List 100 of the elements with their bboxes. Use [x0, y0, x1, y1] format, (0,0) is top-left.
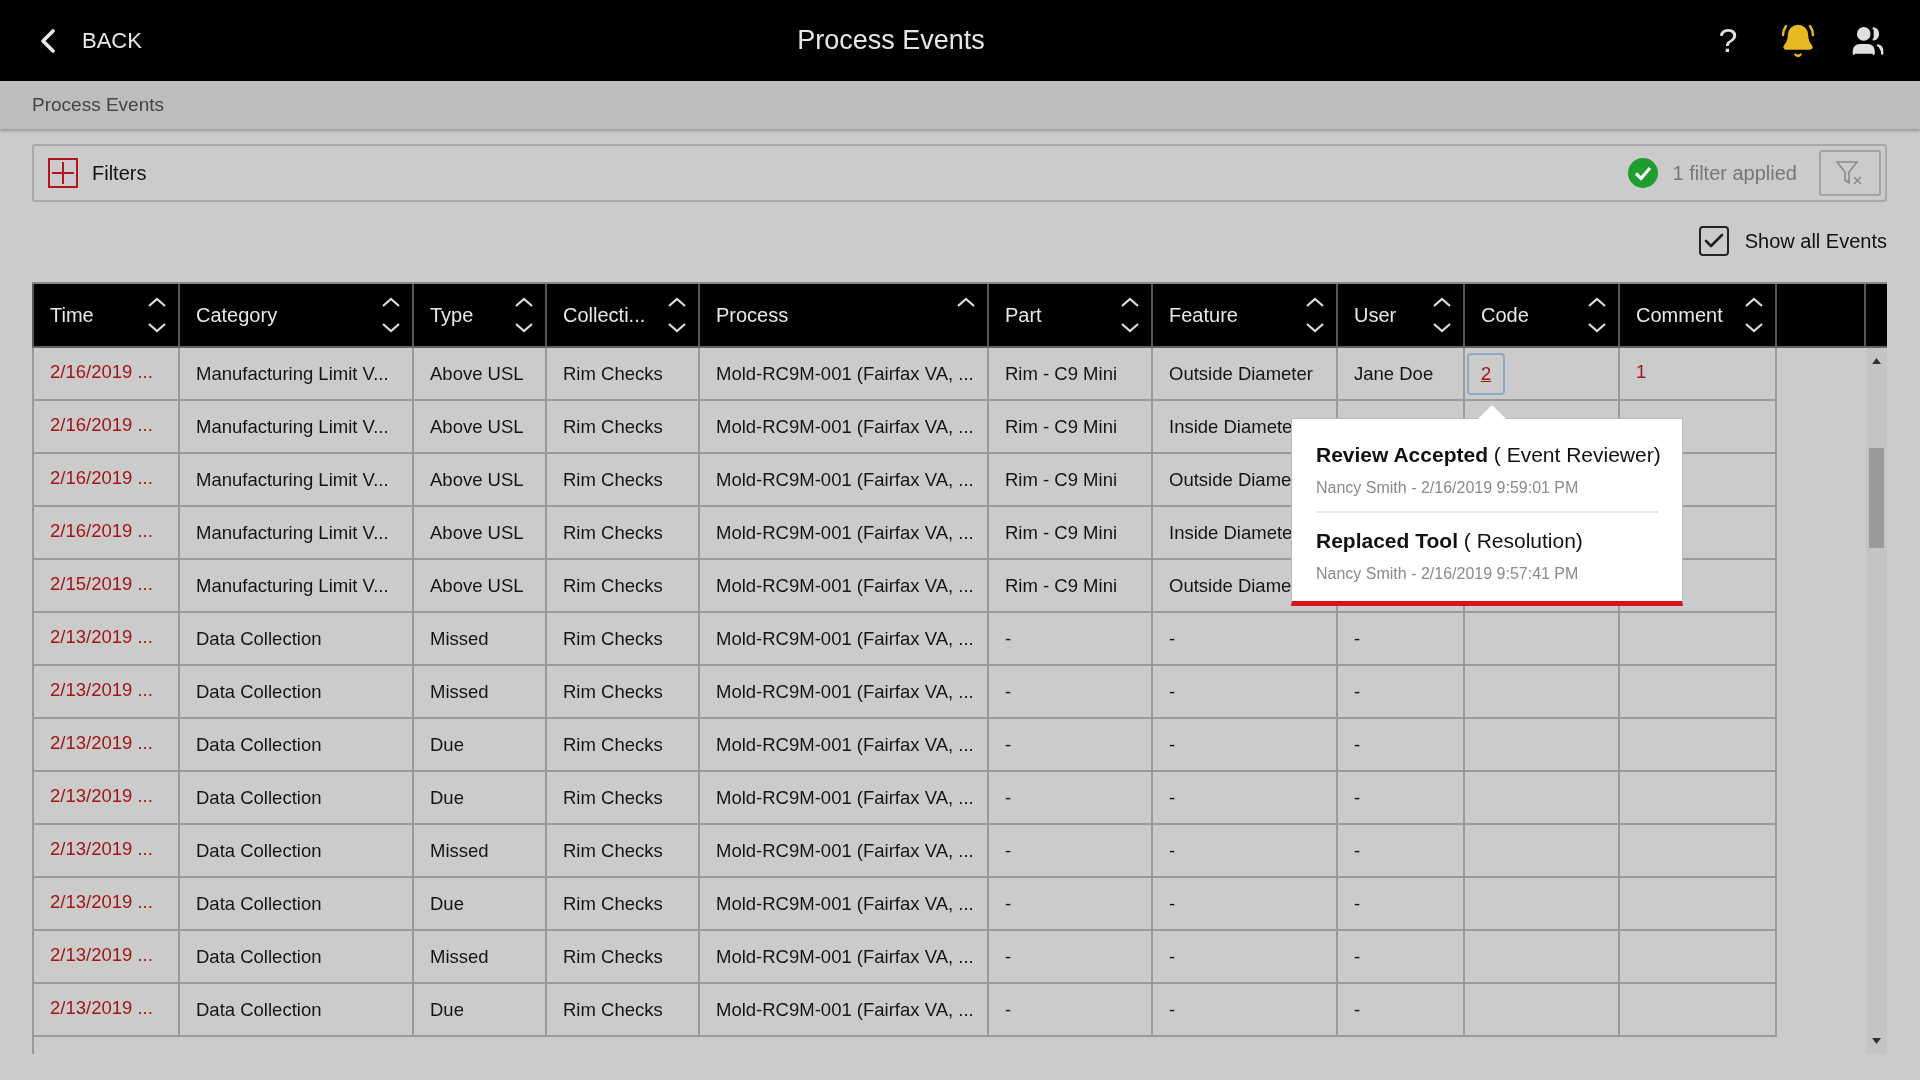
table-cell: Mold-RC9M-001 (Fairfax VA, ... [700, 719, 989, 770]
table-cell: - [1153, 878, 1338, 929]
table-cell: Data Collection [180, 666, 414, 717]
table-cell: Mold-RC9M-001 (Fairfax VA, ... [700, 507, 989, 558]
show-all-label: Show all Events [1744, 229, 1887, 253]
table-cell: - [1153, 931, 1338, 982]
code-link[interactable]: 2 [1467, 352, 1505, 395]
table-cell: - [989, 666, 1153, 717]
column-header[interactable]: Category [196, 303, 278, 327]
page-title: Process Events [796, 25, 986, 56]
column-header[interactable]: Collecti... [563, 303, 646, 327]
table-cell: Mold-RC9M-001 (Fairfax VA, ... [700, 878, 989, 929]
table-cell: Above USL [414, 560, 547, 611]
sort-chevrons-icon[interactable] [1743, 295, 1765, 335]
table-cell: - [1338, 984, 1465, 1035]
table-cell: Rim Checks [547, 719, 700, 770]
table-cell: - [1338, 613, 1465, 664]
column-header[interactable]: Comment [1636, 303, 1723, 327]
table-cell: Missed [414, 613, 547, 664]
table-cell: Rim Checks [547, 348, 700, 399]
table-cell: - [1338, 878, 1465, 929]
sort-chevrons-icon[interactable] [380, 295, 402, 335]
table-cell: Mold-RC9M-001 (Fairfax VA, ... [700, 666, 989, 717]
table-cell: Above USL [414, 348, 547, 399]
table-cell: - [1338, 719, 1465, 770]
help-button[interactable]: ? [1700, 12, 1756, 69]
table-cell: Rim Checks [547, 613, 700, 664]
column-header[interactable]: Feature [1169, 303, 1238, 327]
sort-chevrons-icon[interactable] [666, 295, 688, 335]
table-cell: 2/13/2019 ... [34, 931, 180, 982]
table-cell: Missed [414, 825, 547, 876]
sort-chevrons-icon[interactable] [513, 295, 535, 335]
column-header[interactable]: User [1354, 303, 1397, 327]
sort-chevrons-icon[interactable] [146, 295, 168, 335]
scrollbar[interactable] [1866, 348, 1887, 1054]
table-cell: Mold-RC9M-001 (Fairfax VA, ... [700, 401, 989, 452]
table-cell: Mold-RC9M-001 (Fairfax VA, ... [700, 931, 989, 982]
table-cell: Rim Checks [547, 666, 700, 717]
table-cell: Data Collection [180, 931, 414, 982]
sort-chevrons-icon[interactable] [1304, 295, 1326, 335]
sort-chevrons-icon[interactable] [1431, 295, 1453, 335]
table-cell: 1 [1620, 348, 1777, 399]
filters-label: Filters [92, 161, 148, 185]
table-cell: Mold-RC9M-001 (Fairfax VA, ... [700, 984, 989, 1035]
column-header[interactable]: Type [430, 303, 474, 327]
table-cell: - [989, 984, 1153, 1035]
table-cell: - [989, 719, 1153, 770]
table-cell: Mold-RC9M-001 (Fairfax VA, ... [700, 348, 989, 399]
table-cell: Data Collection [180, 772, 414, 823]
table-cell: Rim Checks [547, 878, 700, 929]
table-cell: - [1338, 666, 1465, 717]
table-cell: - [1153, 719, 1338, 770]
filter-status: 1 filter applied [1672, 161, 1797, 185]
expand-plus-icon[interactable] [48, 158, 78, 188]
sort-chevrons-icon[interactable] [1119, 295, 1141, 335]
table-cell: - [989, 825, 1153, 876]
table-cell: - [1153, 984, 1338, 1035]
table-cell: 2/13/2019 ... [34, 719, 180, 770]
table-cell: - [1153, 772, 1338, 823]
table-cell: Data Collection [180, 878, 414, 929]
table-cell: Rim - C9 Mini [989, 401, 1153, 452]
table-cell: Outside Diameter [1153, 348, 1338, 399]
table-cell: Data Collection [180, 825, 414, 876]
table-cell: - [1338, 825, 1465, 876]
table-cell: Rim - C9 Mini [989, 348, 1153, 399]
table-cell: 2/13/2019 ... [34, 878, 180, 929]
show-all-checkbox[interactable] [1698, 226, 1729, 256]
table-cell: Rim - C9 Mini [989, 454, 1153, 505]
table-cell: Rim Checks [547, 931, 700, 982]
table-cell: Rim Checks [547, 560, 700, 611]
table-cell: 2/13/2019 ... [34, 825, 180, 876]
table-cell: Rim Checks [547, 507, 700, 558]
table-cell: 2/16/2019 ... [34, 401, 180, 452]
table-cell: Rim Checks [547, 984, 700, 1035]
column-header[interactable]: Code [1481, 303, 1529, 327]
column-header[interactable]: Time [50, 303, 94, 327]
table-cell: Manufacturing Limit V... [180, 507, 414, 558]
table-cell: Due [414, 719, 547, 770]
check-circle-icon [1628, 158, 1659, 188]
table-cell: Mold-RC9M-001 (Fairfax VA, ... [700, 560, 989, 611]
table-cell: - [989, 772, 1153, 823]
table-cell: - [989, 878, 1153, 929]
table-cell: Rim - C9 Mini [989, 560, 1153, 611]
column-header[interactable]: Part [1005, 303, 1042, 327]
sort-chevrons-icon[interactable] [1586, 295, 1608, 335]
table-cell: Data Collection [180, 719, 414, 770]
table-cell: Mold-RC9M-001 (Fairfax VA, ... [700, 825, 989, 876]
table-cell: Missed [414, 931, 547, 982]
table-cell: Manufacturing Limit V... [180, 560, 414, 611]
table-cell: Rim Checks [547, 825, 700, 876]
table-cell: Due [414, 878, 547, 929]
back-link[interactable]: BACK [28, 20, 142, 61]
table-cell: Rim Checks [547, 454, 700, 505]
table-cell: Due [414, 772, 547, 823]
table-cell: 2/16/2019 ... [34, 507, 180, 558]
table-cell: Data Collection [180, 613, 414, 664]
breadcrumb: Process Events [32, 94, 164, 116]
clear-filter-icon [1835, 159, 1865, 187]
column-header[interactable]: Process [716, 303, 789, 327]
table-cell: Rim Checks [547, 401, 700, 452]
